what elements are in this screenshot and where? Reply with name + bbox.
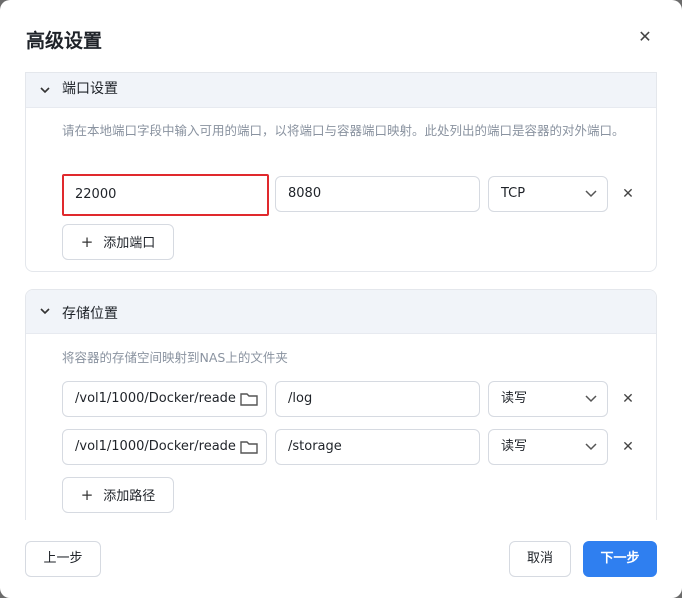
folder-icon[interactable]	[240, 391, 258, 407]
mode-value: 读写	[501, 391, 528, 406]
storage-section: 存储位置 将容器的存储空间映射到NAS上的文件夹 /vol1/1000/Dock…	[25, 289, 657, 520]
host-path-input[interactable]: /vol1/1000/Docker/reade	[62, 381, 267, 417]
chevron-down-icon	[585, 443, 597, 451]
prev-button[interactable]: 上一步	[25, 541, 101, 577]
storage-title: 存储位置	[62, 306, 118, 322]
storage-description: 将容器的存储空间映射到NAS上的文件夹	[62, 350, 288, 365]
port-settings-header[interactable]: 端口设置	[26, 73, 656, 108]
container-path-input[interactable]: /log	[275, 381, 480, 417]
protocol-value: TCP	[501, 186, 526, 201]
advanced-settings-dialog: 高级设置 ✕ 端口设置 请在本地端口字段中输入可用的端口，以将端口与容器端口映射…	[0, 0, 682, 598]
port-settings-title: 端口设置	[62, 81, 118, 97]
host-port-input[interactable]: 22000	[62, 174, 269, 216]
dialog-scroll-area[interactable]: 端口设置 请在本地端口字段中输入可用的端口，以将端口与容器端口映射。此处列出的端…	[0, 72, 682, 520]
remove-port-icon[interactable]: ✕	[620, 186, 636, 202]
host-path-value: /vol1/1000/Docker/reade	[75, 439, 236, 454]
chevron-down-icon	[40, 308, 50, 315]
container-port-input[interactable]: 8080	[275, 176, 480, 212]
cancel-button[interactable]: 取消	[509, 541, 571, 577]
remove-path-icon[interactable]: ✕	[620, 391, 636, 407]
close-icon[interactable]: ✕	[634, 26, 656, 48]
host-path-input[interactable]: /vol1/1000/Docker/reade	[62, 429, 267, 465]
host-path-value: /vol1/1000/Docker/reade	[75, 391, 236, 406]
protocol-select[interactable]: TCP	[488, 176, 608, 212]
add-port-button[interactable]: + 添加端口	[62, 224, 174, 260]
add-path-button[interactable]: + 添加路径	[62, 477, 174, 513]
container-path-input[interactable]: /storage	[275, 429, 480, 465]
storage-header[interactable]: 存储位置	[26, 290, 656, 334]
port-settings-section: 端口设置 请在本地端口字段中输入可用的端口，以将端口与容器端口映射。此处列出的端…	[25, 72, 657, 272]
chevron-down-icon	[40, 87, 50, 94]
plus-icon: +	[80, 486, 94, 504]
remove-path-icon[interactable]: ✕	[620, 439, 636, 455]
folder-icon[interactable]	[240, 439, 258, 455]
port-settings-description: 请在本地端口字段中输入可用的端口，以将端口与容器端口映射。此处列出的端口是容器的…	[62, 123, 625, 138]
mode-select[interactable]: 读写	[488, 429, 608, 465]
next-button[interactable]: 下一步	[583, 541, 657, 577]
mode-value: 读写	[501, 439, 528, 454]
plus-icon: +	[80, 233, 94, 251]
dialog-title: 高级设置	[26, 30, 103, 52]
add-port-label: 添加端口	[103, 236, 156, 251]
add-path-label: 添加路径	[103, 489, 156, 504]
chevron-down-icon	[585, 395, 597, 403]
chevron-down-icon	[585, 190, 597, 198]
mode-select[interactable]: 读写	[488, 381, 608, 417]
